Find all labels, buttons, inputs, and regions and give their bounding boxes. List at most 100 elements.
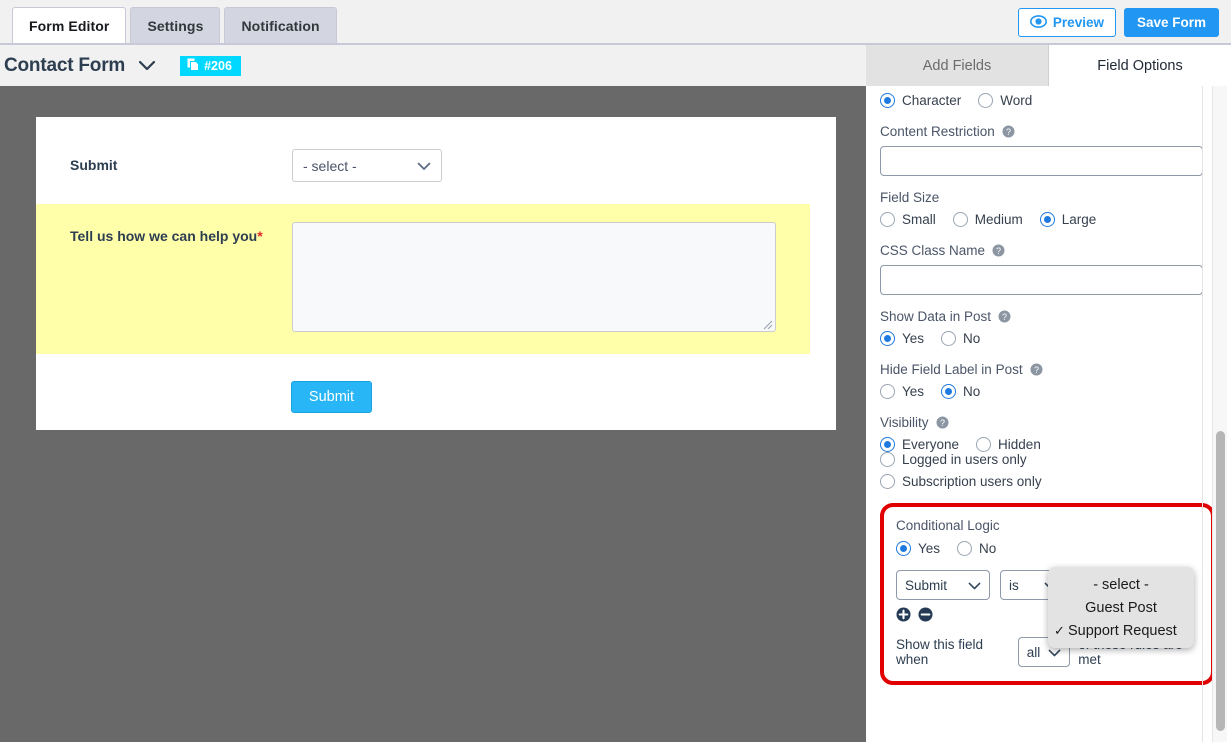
chevron-down-icon[interactable] xyxy=(138,60,156,71)
form-row-textarea: Tell us how we can help you* xyxy=(36,204,810,354)
conditional-logic-label: Conditional Logic xyxy=(896,518,1199,533)
radio-button-icon xyxy=(896,541,911,556)
form-title-row: Contact Form #206 xyxy=(0,45,866,86)
radio-button-icon xyxy=(976,437,991,452)
visibility-label-row: Visibility ? xyxy=(880,415,1197,430)
field-size-label-row: Field Size xyxy=(880,190,1197,205)
form-id-badge-label: #206 xyxy=(204,59,232,73)
radio-button-icon xyxy=(880,437,895,452)
help-icon[interactable]: ? xyxy=(998,310,1011,323)
app-root: Form Editor Settings Notification Previe… xyxy=(0,0,1231,742)
panel-scrollbar-thumb[interactable] xyxy=(1216,431,1225,731)
help-icon[interactable]: ? xyxy=(1030,363,1043,376)
css-class-name-label: CSS Class Name xyxy=(880,243,985,258)
radio-button-icon xyxy=(953,212,968,227)
dropdown-option-guest-post[interactable]: Guest Post xyxy=(1048,596,1194,619)
main-tab-bar: Form Editor Settings Notification xyxy=(12,7,341,43)
form-id-badge[interactable]: #206 xyxy=(180,56,241,76)
rule-field-select-value: Submit xyxy=(905,578,947,593)
radio-conditional-yes[interactable]: Yes xyxy=(896,541,940,556)
radio-button-icon xyxy=(880,384,895,399)
top-bar-actions: Preview Save Form xyxy=(1018,8,1219,37)
help-icon[interactable]: ? xyxy=(1002,125,1015,138)
radio-word[interactable]: Word xyxy=(978,93,1032,108)
dropdown-option-select[interactable]: - select - xyxy=(1048,573,1194,596)
help-icon[interactable]: ? xyxy=(936,416,949,429)
preview-button[interactable]: Preview xyxy=(1018,8,1116,37)
visibility-group: Visibility ? Everyone Hidden xyxy=(880,415,1197,489)
resize-grip-icon[interactable] xyxy=(761,317,773,329)
rule-field-select[interactable]: Submit xyxy=(896,570,990,600)
form-submit-button-label: Submit xyxy=(309,389,354,405)
form-preview-area: Submit - select - Tell us how we xyxy=(0,86,866,742)
svg-text:?: ? xyxy=(1002,312,1007,322)
tab-settings[interactable]: Settings xyxy=(130,7,220,43)
tab-notification[interactable]: Notification xyxy=(224,7,336,43)
save-form-button[interactable]: Save Form xyxy=(1124,8,1219,37)
tab-settings-label: Settings xyxy=(147,18,203,34)
css-class-name-label-row: CSS Class Name ? xyxy=(880,243,1197,258)
field-size-radio-group: Small Medium Large xyxy=(880,212,1197,227)
radio-small-label: Small xyxy=(902,212,936,227)
save-form-button-label: Save Form xyxy=(1137,15,1206,30)
css-class-name-input[interactable] xyxy=(880,265,1203,295)
submit-type-select[interactable]: - select - xyxy=(292,149,442,182)
radio-conditional-no[interactable]: No xyxy=(957,541,996,556)
svg-text:?: ? xyxy=(1034,365,1039,375)
radio-hide-label-yes[interactable]: Yes xyxy=(880,384,924,399)
radio-small[interactable]: Small xyxy=(880,212,936,227)
conditional-match-select-value: all xyxy=(1027,645,1041,660)
preview-button-label: Preview xyxy=(1053,15,1104,30)
tab-form-editor[interactable]: Form Editor xyxy=(12,7,126,43)
form-submit-button[interactable]: Submit xyxy=(291,381,372,413)
content-restriction-group: Content Restriction ? xyxy=(880,124,1197,176)
hide-field-label-group: Hide Field Label in Post ? Yes No xyxy=(880,362,1197,399)
visibility-label: Visibility xyxy=(880,415,929,430)
radio-visibility-logged-in[interactable]: Logged in users only xyxy=(880,452,1027,467)
minus-circle-icon[interactable] xyxy=(918,607,933,622)
tab-add-fields[interactable]: Add Fields xyxy=(866,45,1049,86)
content-restriction-input[interactable] xyxy=(880,146,1203,176)
radio-show-data-no[interactable]: No xyxy=(941,331,980,346)
content-restriction-label-row: Content Restriction ? xyxy=(880,124,1197,139)
dropdown-option-support-request[interactable]: ✓ Support Request xyxy=(1048,619,1194,642)
radio-show-data-yes-label: Yes xyxy=(902,331,924,346)
radio-large[interactable]: Large xyxy=(1040,212,1097,227)
help-message-textarea[interactable] xyxy=(292,222,776,332)
tab-field-options[interactable]: Field Options xyxy=(1049,45,1231,86)
svg-text:?: ? xyxy=(940,418,945,428)
required-marker: * xyxy=(257,228,262,244)
show-data-in-post-group: Show Data in Post ? Yes No xyxy=(880,309,1197,346)
radio-character[interactable]: Character xyxy=(880,93,961,108)
radio-show-data-yes[interactable]: Yes xyxy=(880,331,924,346)
copy-icon xyxy=(187,58,199,74)
conditional-logic-radio-group: Yes No xyxy=(896,541,1199,556)
radio-visibility-hidden[interactable]: Hidden xyxy=(976,437,1041,452)
textarea-field-label: Tell us how we can help you xyxy=(70,228,257,244)
tab-form-editor-label: Form Editor xyxy=(29,18,109,34)
checkmark-icon: ✓ xyxy=(1054,623,1065,639)
chevron-down-icon xyxy=(417,158,431,174)
form-row-submit: Submit xyxy=(36,354,836,413)
hide-field-label-label-row: Hide Field Label in Post ? xyxy=(880,362,1197,377)
select-field-label: Submit xyxy=(70,157,117,173)
radio-visibility-subscription-label: Subscription users only xyxy=(902,474,1042,489)
help-icon[interactable]: ? xyxy=(992,244,1005,257)
radio-hide-label-no[interactable]: No xyxy=(941,384,980,399)
form-preview-card: Submit - select - Tell us how we xyxy=(36,117,836,430)
field-size-group: Field Size Small Medium Large xyxy=(880,190,1197,227)
hide-field-label-radio-group: Yes No xyxy=(880,384,1197,399)
svg-text:?: ? xyxy=(1006,127,1011,137)
radio-visibility-everyone[interactable]: Everyone xyxy=(880,437,959,452)
radio-visibility-subscription[interactable]: Subscription users only xyxy=(880,474,1042,489)
radio-button-icon xyxy=(941,331,956,346)
show-data-in-post-radio-group: Yes No xyxy=(880,331,1197,346)
svg-text:?: ? xyxy=(996,246,1001,256)
radio-visibility-logged-in-label: Logged in users only xyxy=(902,452,1027,467)
radio-medium[interactable]: Medium xyxy=(953,212,1023,227)
plus-circle-icon[interactable] xyxy=(896,607,911,622)
panel-scrollbar[interactable] xyxy=(1212,86,1227,742)
field-size-label: Field Size xyxy=(880,190,939,205)
radio-button-icon xyxy=(1040,212,1055,227)
rule-value-dropdown-popup[interactable]: - select - Guest Post ✓ Support Request xyxy=(1048,567,1194,648)
